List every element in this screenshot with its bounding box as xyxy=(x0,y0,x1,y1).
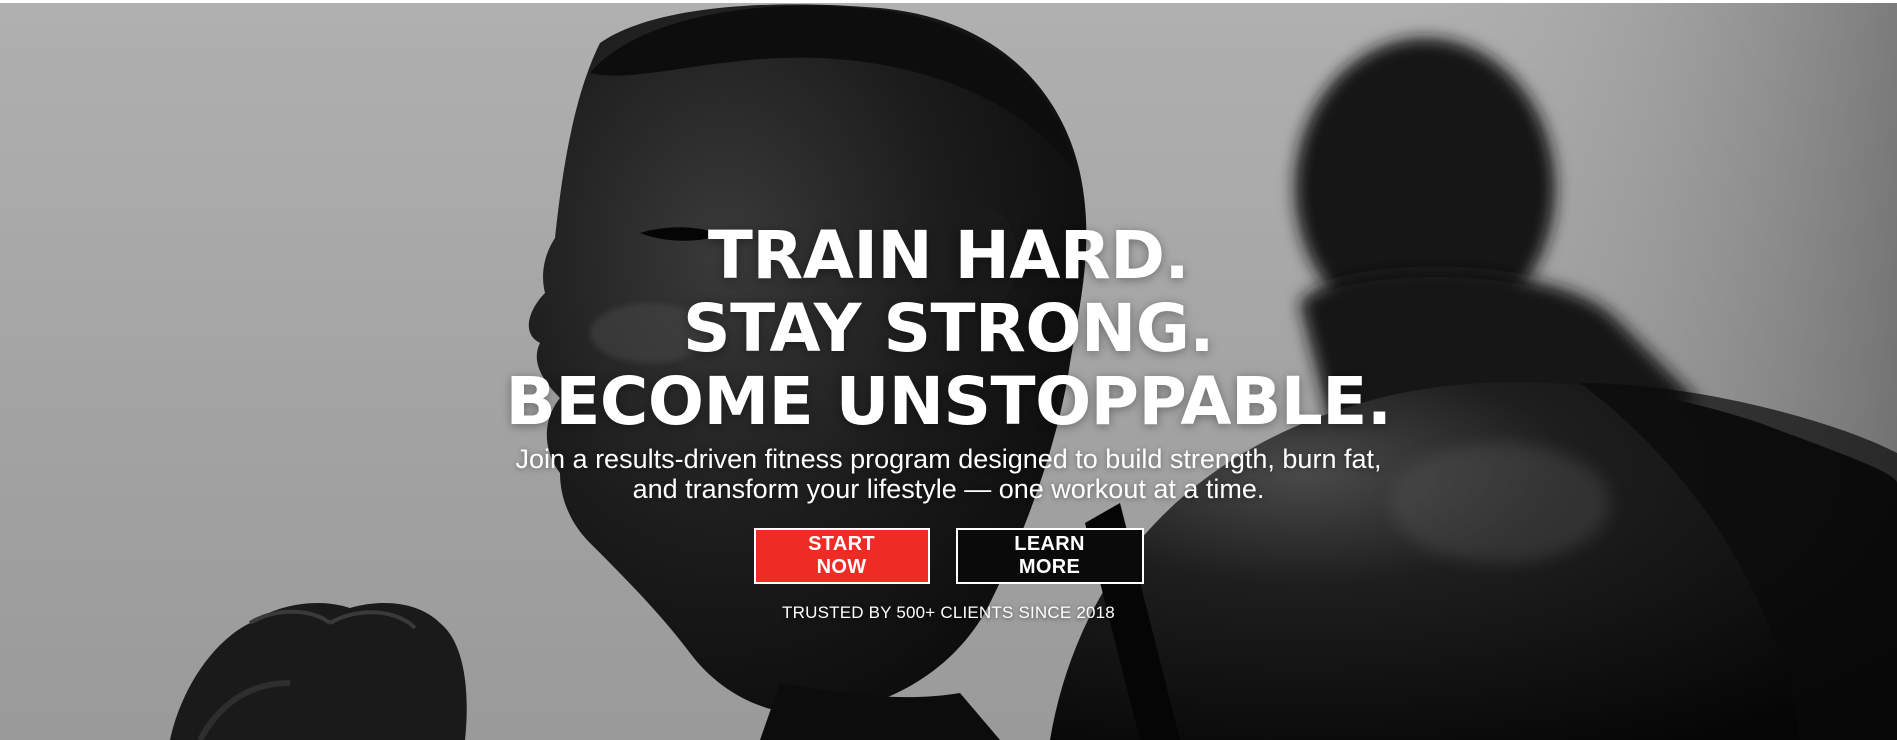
learn-more-button[interactable]: LEARN MORE xyxy=(955,528,1144,584)
cta-row: START NOW LEARN MORE xyxy=(0,528,1897,584)
start-now-button[interactable]: START NOW xyxy=(753,528,930,584)
headline-line-2: STAY STRONG. xyxy=(683,290,1214,367)
hero-subtitle: Join a results-driven fitness program de… xyxy=(515,444,1382,504)
hero-section: TRAIN HARD. STAY STRONG. BECOME UNSTOPPA… xyxy=(0,3,1897,740)
trust-line: TRUSTED BY 500+ CLIENTS SINCE 2018 xyxy=(782,603,1115,622)
hero-content: TRAIN HARD. STAY STRONG. BECOME UNSTOPPA… xyxy=(0,219,1897,623)
headline-line-3: BECOME UNSTOPPABLE. xyxy=(505,363,1392,440)
hero-headline: TRAIN HARD. STAY STRONG. BECOME UNSTOPPA… xyxy=(0,219,1897,438)
headline-line-1: TRAIN HARD. xyxy=(707,217,1190,294)
